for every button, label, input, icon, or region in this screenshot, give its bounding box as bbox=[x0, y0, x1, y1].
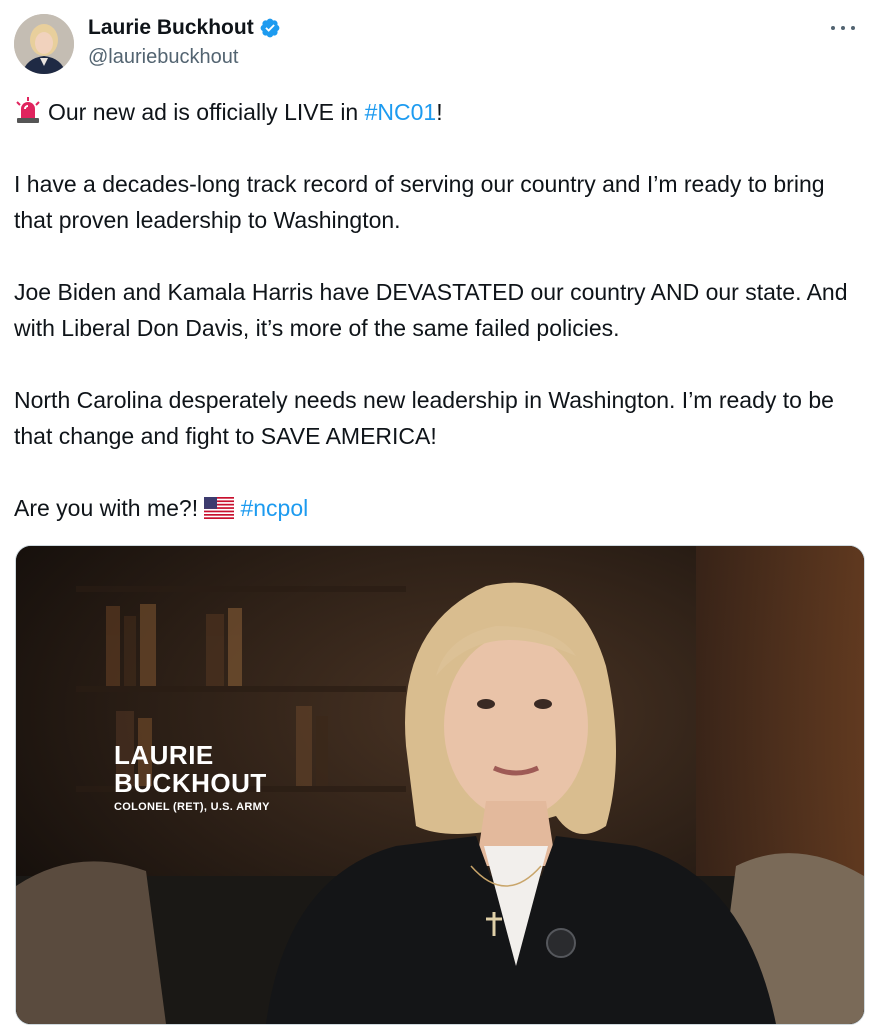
tweet-line1-suffix: ! bbox=[436, 99, 443, 125]
hashtag-nc01[interactable]: #NC01 bbox=[365, 99, 437, 125]
tweet-paragraph-1: Our new ad is officially LIVE in #NC01! bbox=[14, 94, 864, 130]
tweet-paragraph-2: I have a decades-long track record of se… bbox=[14, 171, 831, 233]
tweet-line5-text: Are you with me?! bbox=[14, 495, 205, 521]
more-options-icon[interactable] bbox=[828, 18, 858, 38]
rotating-light-icon bbox=[16, 97, 40, 123]
lower-third-caption: LAURIE BUCKHOUT COLONEL (RET), U.S. ARMY bbox=[114, 741, 270, 813]
tweet-header: Laurie Buckhout @lauriebuckhout bbox=[14, 12, 864, 76]
tweet-text: Our new ad is officially LIVE in #NC01! … bbox=[14, 94, 864, 526]
tweet-paragraph-3: Joe Biden and Kamala Harris have DEVASTA… bbox=[14, 279, 854, 341]
handle[interactable]: @lauriebuckhout bbox=[88, 46, 238, 69]
us-flag-icon bbox=[204, 497, 235, 519]
display-name[interactable]: Laurie Buckhout bbox=[88, 16, 254, 40]
tweet-paragraph-5: Are you with me?! #ncpol bbox=[14, 490, 864, 526]
tweet-paragraph-4: North Carolina desperately needs new lea… bbox=[14, 387, 841, 449]
caption-first-name: LAURIE bbox=[114, 740, 214, 770]
caption-last-name: BUCKHOUT bbox=[114, 768, 267, 798]
video-thumbnail[interactable]: LAURIE BUCKHOUT COLONEL (RET), U.S. ARMY bbox=[15, 545, 865, 1025]
hashtag-ncpol[interactable]: #ncpol bbox=[240, 495, 308, 521]
verified-badge-icon[interactable] bbox=[259, 17, 281, 39]
tweet-line1-text: Our new ad is officially LIVE in bbox=[48, 99, 365, 125]
avatar[interactable] bbox=[14, 14, 74, 74]
caption-title: COLONEL (RET), U.S. ARMY bbox=[114, 801, 270, 813]
avatar-image bbox=[14, 14, 74, 74]
